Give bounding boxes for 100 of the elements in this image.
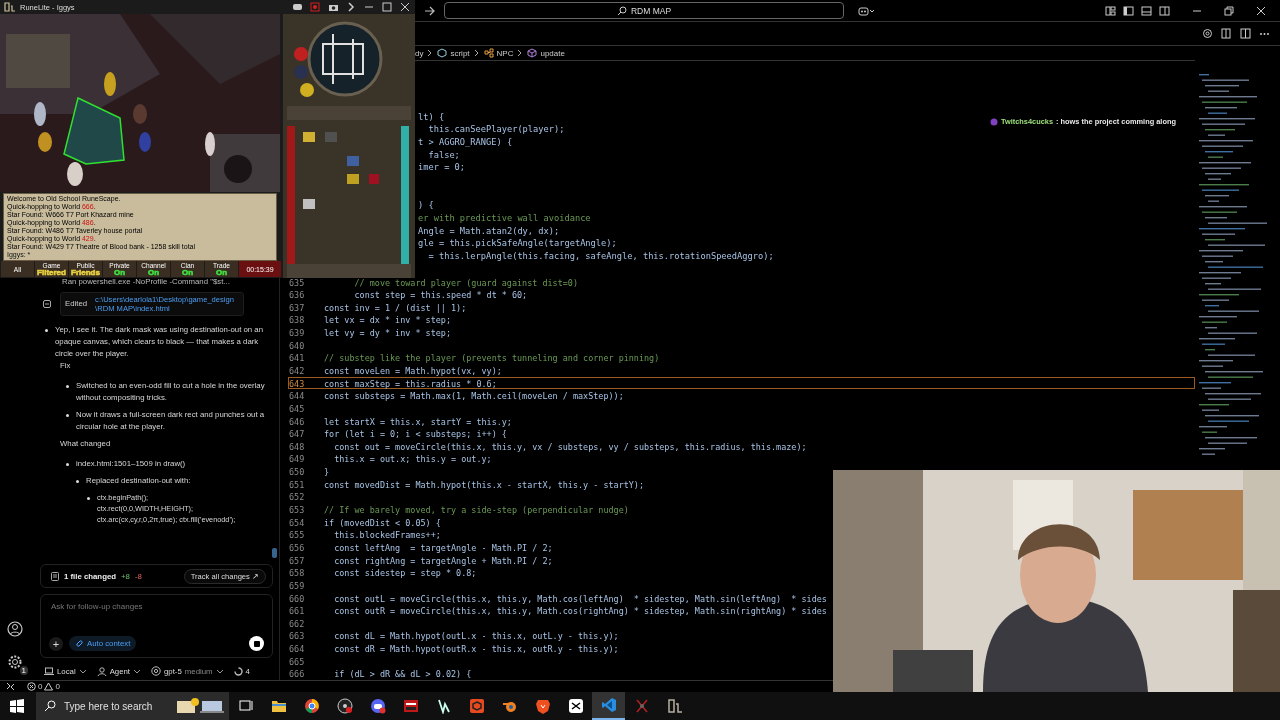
line-number: 643 <box>289 377 306 389</box>
line-number: 649 <box>289 453 306 465</box>
close-icon[interactable] <box>400 2 411 12</box>
line-number: 650 <box>289 466 306 477</box>
stop-button[interactable] <box>249 636 264 651</box>
user-badge-icon <box>990 117 998 126</box>
code-line: for (let i = 0; i < substeps; i++) { <box>324 428 507 439</box>
add-button[interactable]: + <box>49 636 63 651</box>
problems-indicator[interactable]: 0 0 <box>27 682 60 691</box>
error-icon <box>27 682 36 691</box>
follow-up-input[interactable]: Ask for follow-up changes <box>49 601 264 612</box>
line-number: 653 <box>289 504 306 515</box>
notification-badge: 1 <box>19 666 28 675</box>
code-line: const dL = Math.hypot(outL.x - this.x, outL.y - this.y); <box>333 630 619 642</box>
module-icon <box>437 48 448 59</box>
remote-icon[interactable] <box>6 682 15 691</box>
caret-icon <box>215 667 224 675</box>
code-line: imer = 0; <box>418 162 466 173</box>
line-number: 657 <box>289 554 306 566</box>
code-line: gle = this.pickSafeAngle(targetAngle); <box>418 238 617 249</box>
code-line: const outL = moveCircle(this.x, this.y, Math.cos(leftAng) * sidestep, Math.sin(leftAng) * sides <box>333 592 827 604</box>
code-line: } <box>324 466 330 477</box>
code-line: er with predictive wall avoidance <box>418 213 591 224</box>
restore-icon[interactable] <box>1224 5 1234 16</box>
chevron-icon[interactable] <box>346 2 357 12</box>
caret-icon <box>78 667 87 675</box>
code-line: false; <box>427 149 460 160</box>
breadcrumb-item[interactable]: script <box>437 48 470 59</box>
code-line: // If we barely moved, try a side-step (perpendicular nudge) <box>324 504 629 515</box>
line-number: 641 <box>289 352 306 363</box>
breadcrumb-item[interactable]: NPC <box>483 48 514 59</box>
code-line: const dR = Math.hypot(outR.x - this.x, outR.y - this.y); <box>333 643 619 654</box>
command-search-field[interactable]: RDM MAP <box>444 2 844 19</box>
chevron-icon <box>473 49 480 58</box>
code-line: // substep like the player (prevents tunneling and corner pinning) <box>324 352 660 363</box>
settings-icon[interactable] <box>7 654 23 670</box>
code-line: this.canSeePlayer(player); <box>427 124 565 135</box>
scrollbar-thumb[interactable] <box>272 548 277 558</box>
line-number: 640 <box>289 339 306 351</box>
caret-icon <box>133 667 142 675</box>
bullet <box>66 463 69 466</box>
layout-icon[interactable] <box>1105 5 1116 16</box>
sidebar-icon[interactable] <box>1123 5 1134 16</box>
line-number: 652 <box>289 491 306 503</box>
line-number: 645 <box>289 402 306 414</box>
line-number: 665 <box>289 655 306 667</box>
split-editor-icon[interactable] <box>1221 28 1232 39</box>
line-number: 638 <box>289 314 306 326</box>
code-line: const sidestep = step * 0.8; <box>333 567 477 578</box>
account-icon[interactable] <box>7 621 23 637</box>
search-icon <box>44 700 56 712</box>
bullet <box>66 385 69 388</box>
search-icon <box>616 5 627 16</box>
breadcrumb-item[interactable]: dy <box>415 48 424 58</box>
line-number: 660 <box>289 592 306 604</box>
code-line: this.blockedFrames++; <box>333 529 441 540</box>
code-line: if (dL > dR && dL > 0.02) { <box>333 668 472 679</box>
code-editor-icon[interactable] <box>592 692 625 720</box>
bullet <box>87 497 90 500</box>
link-icon <box>75 639 84 648</box>
line-number: 663 <box>289 630 306 642</box>
line-number: 648 <box>289 440 306 452</box>
panel-icon[interactable] <box>1141 5 1152 16</box>
search-field[interactable]: Type here to search <box>62 699 169 713</box>
maximize-icon[interactable] <box>382 2 393 12</box>
line-number: 655 <box>289 529 306 540</box>
close-icon[interactable] <box>1256 5 1266 16</box>
forward-arrow-icon[interactable] <box>424 5 436 16</box>
method-icon <box>527 48 538 59</box>
spinner-icon <box>233 666 243 676</box>
line-number: 654 <box>289 516 306 528</box>
chevron-icon <box>517 49 524 58</box>
code-line: let vy = dy * inv * step; <box>324 327 451 338</box>
bullet <box>45 329 48 332</box>
camera-icon[interactable] <box>328 2 339 12</box>
windows-icon[interactable] <box>10 699 24 713</box>
code-line: const movedDist = Math.hypot(this.x - startX, this.y - startY); <box>324 478 645 490</box>
bullet <box>76 480 79 483</box>
code-line: = this.lerpAngle(this.facing, safeAngle, this.rotationSpeedAggro); <box>427 251 774 262</box>
robot-icon[interactable] <box>858 5 876 16</box>
class-icon <box>483 48 494 59</box>
agent-icon <box>96 666 107 676</box>
code-line: const step = this.speed * dt * 60; <box>353 289 528 300</box>
code-line: const moveLen = Math.hypot(vx, vy); <box>324 365 502 376</box>
record-icon[interactable] <box>310 2 321 12</box>
chat-bubble-icon[interactable] <box>292 2 303 12</box>
line-number: 664 <box>289 643 306 654</box>
split-icon[interactable] <box>1240 28 1251 39</box>
code-line: // move toward player (guard against dist=0) <box>353 276 578 288</box>
split-icon[interactable] <box>1159 5 1170 16</box>
warning-icon <box>44 682 54 691</box>
code-line: const out = moveCircle(this.x, this.y, vx / substeps, vy / substeps, this.radius, this.maze); <box>333 440 807 452</box>
code-line: Angle = Math.atan2(dy, dx); <box>418 225 560 236</box>
line-number: 661 <box>289 605 306 616</box>
chevron-icon <box>427 49 434 58</box>
line-number: 644 <box>289 390 306 401</box>
search-bar[interactable]: Type here to search <box>36 692 229 720</box>
breadcrumb-item[interactable]: update <box>527 48 565 59</box>
bullet <box>66 414 69 417</box>
code-line: const rightAng = targetAngle + Math.PI / 2; <box>333 554 553 566</box>
